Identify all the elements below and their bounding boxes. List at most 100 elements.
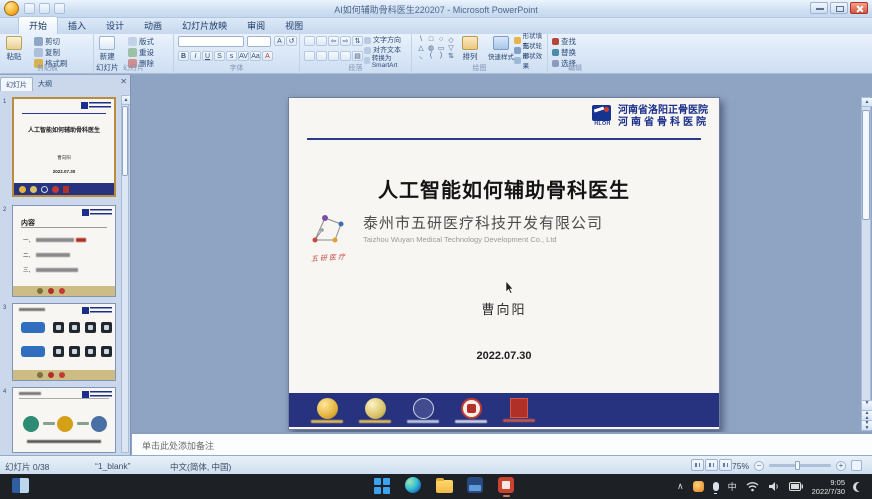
- shadow-icon[interactable]: s: [226, 51, 237, 61]
- quick-styles-button[interactable]: 快速样式: [488, 36, 514, 61]
- clear-format-icon[interactable]: ↺: [286, 36, 297, 46]
- strikethrough-icon[interactable]: S: [214, 51, 225, 61]
- copy-icon: [34, 48, 43, 57]
- zoom-level[interactable]: 75%: [732, 461, 749, 471]
- tray-chevron-icon[interactable]: ∧: [677, 481, 684, 492]
- scroll-down-icon[interactable]: ▼: [862, 400, 872, 410]
- zoom-out-icon[interactable]: −: [754, 461, 764, 471]
- taskbar-clock[interactable]: 9:05 2022/7/30: [812, 478, 845, 496]
- slide-sorter-icon[interactable]: [705, 459, 718, 471]
- tab-review[interactable]: 审阅: [237, 17, 275, 34]
- maximize-button[interactable]: [830, 2, 848, 14]
- font-size-combo[interactable]: [247, 36, 271, 47]
- panel-scrollbar[interactable]: ▲: [121, 95, 129, 453]
- notes-pane[interactable]: 单击此处添加备注: [132, 432, 872, 455]
- find-icon: [552, 38, 559, 45]
- slide-thumbnail-3[interactable]: [12, 303, 116, 381]
- group-slides: 新建 幻灯片 版式 重设 删除 幻灯片: [94, 34, 174, 74]
- tray-app-icon[interactable]: [693, 481, 704, 492]
- slide-scrollbar[interactable]: ▲ ▼ ▲▲ ▼▼: [861, 97, 871, 431]
- grow-font-icon[interactable]: A: [274, 36, 285, 46]
- panel-tab-outline[interactable]: 大纲: [33, 77, 57, 91]
- slide-thumbnail-4[interactable]: [12, 387, 116, 453]
- tab-design[interactable]: 设计: [96, 17, 134, 34]
- widgets-icon[interactable]: [12, 478, 29, 493]
- reset-button[interactable]: 重设: [128, 47, 154, 57]
- justify-icon[interactable]: [340, 51, 351, 61]
- quick-styles-icon: [493, 36, 509, 50]
- company-logo: 五研医疗: [303, 212, 355, 263]
- tab-animations[interactable]: 动画: [134, 17, 172, 34]
- increase-indent-icon[interactable]: ⇨: [340, 36, 351, 46]
- slide-thumbnail-1[interactable]: 人工智能如何辅助骨科医生 曹向阳 2022.07.30: [12, 97, 116, 197]
- slideshow-icon[interactable]: [719, 459, 732, 471]
- header-divider: [307, 138, 701, 140]
- shapes-gallery[interactable]: \□○◇ △◍▭▽ ◟()⇅: [416, 36, 460, 60]
- language-indicator[interactable]: 中文(简体, 中国): [170, 461, 231, 473]
- paste-button[interactable]: 粘贴: [6, 36, 22, 62]
- slide-author[interactable]: 曹向阳: [289, 299, 719, 318]
- find-button[interactable]: 查找: [552, 36, 576, 46]
- align-center-icon[interactable]: [316, 51, 327, 61]
- italic-icon[interactable]: I: [190, 51, 201, 61]
- ribbon-tab-bar: 开始 插入 设计 动画 幻灯片放映 审阅 视图: [0, 18, 872, 34]
- focus-assist-moon-icon[interactable]: [856, 482, 866, 492]
- slide-date[interactable]: 2022.07.30: [289, 350, 719, 362]
- company-name-en: Taizhou Wuyan Medical Technology Develop…: [363, 235, 603, 244]
- align-left-icon[interactable]: [304, 51, 315, 61]
- zoom-slider[interactable]: [769, 464, 831, 467]
- bold-icon[interactable]: B: [178, 51, 189, 61]
- media-app-button[interactable]: [467, 477, 484, 494]
- slide-canvas[interactable]: HLOH 河南省洛阳正骨医院 河南省骨科医院 人工智能如何辅助骨科医生: [288, 97, 720, 430]
- previous-slide-icon[interactable]: ▲▲: [862, 410, 872, 420]
- input-method-indicator[interactable]: 中: [728, 480, 737, 493]
- decrease-indent-icon[interactable]: ⇦: [328, 36, 339, 46]
- panel-scroll-thumb[interactable]: [122, 106, 128, 176]
- layout-button[interactable]: 版式: [128, 36, 154, 46]
- change-case-icon[interactable]: Aa: [250, 51, 261, 61]
- numbering-icon[interactable]: [316, 36, 327, 46]
- next-slide-icon[interactable]: ▼▼: [862, 420, 872, 430]
- slide-scroll-thumb[interactable]: [862, 110, 870, 220]
- wifi-icon[interactable]: [746, 481, 759, 492]
- gold-medal2-icon: [359, 398, 391, 423]
- thumb-logo: [82, 209, 112, 217]
- zoom-slider-thumb[interactable]: [795, 461, 800, 470]
- tab-home[interactable]: 开始: [18, 16, 58, 34]
- close-button[interactable]: [850, 2, 868, 14]
- zoom-in-icon[interactable]: +: [836, 461, 846, 471]
- replace-button[interactable]: 替换: [552, 47, 576, 57]
- underline-icon[interactable]: U: [202, 51, 213, 61]
- group-editing: 查找 替换 选择 编辑: [548, 34, 602, 74]
- arrange-button[interactable]: 排列: [462, 36, 478, 62]
- char-spacing-icon[interactable]: AV: [238, 51, 249, 61]
- panel-close-icon[interactable]: ✕: [120, 77, 127, 86]
- line-spacing-icon[interactable]: ⇅: [352, 36, 363, 46]
- font-name-combo[interactable]: [178, 36, 244, 47]
- align-right-icon[interactable]: [328, 51, 339, 61]
- start-button[interactable]: [374, 477, 391, 494]
- file-explorer-button[interactable]: [436, 477, 453, 494]
- battery-icon[interactable]: [789, 482, 803, 491]
- scroll-up-icon[interactable]: ▲: [862, 98, 872, 107]
- cut-button[interactable]: 剪切: [34, 36, 60, 46]
- columns-icon[interactable]: ▤: [352, 51, 363, 61]
- font-color-icon[interactable]: A: [262, 51, 273, 61]
- powerpoint-app-button[interactable]: [498, 477, 515, 494]
- copy-button[interactable]: 复制: [34, 47, 60, 57]
- fit-to-window-icon[interactable]: [851, 460, 862, 471]
- tab-slideshow[interactable]: 幻灯片放映: [172, 17, 237, 34]
- normal-view-icon[interactable]: [691, 459, 704, 471]
- minimize-button[interactable]: [810, 2, 828, 14]
- volume-icon[interactable]: [768, 481, 780, 492]
- edge-browser-button[interactable]: [405, 477, 422, 494]
- text-direction-button[interactable]: 文字方向: [364, 35, 401, 45]
- scroll-up-icon[interactable]: ▲: [122, 96, 130, 105]
- tab-view[interactable]: 视图: [275, 17, 313, 34]
- tab-insert[interactable]: 插入: [58, 17, 96, 34]
- bullets-icon[interactable]: [304, 36, 315, 46]
- slide-thumbnail-2[interactable]: 内容 一、 二、 三、: [12, 205, 116, 297]
- slide-title[interactable]: 人工智能如何辅助骨科医生: [289, 174, 719, 203]
- panel-tab-slides[interactable]: 幻灯片: [0, 77, 33, 91]
- microphone-icon[interactable]: [713, 482, 719, 491]
